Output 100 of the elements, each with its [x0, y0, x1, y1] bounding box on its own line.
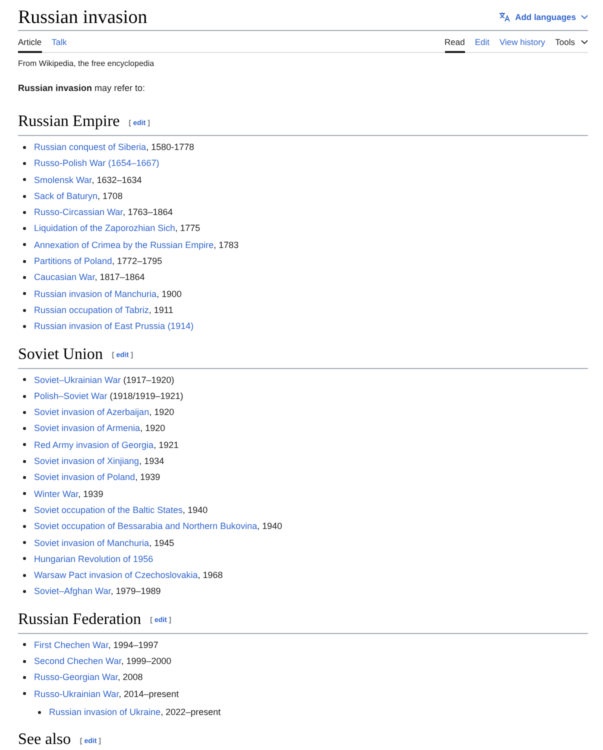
list-item-text: Polish–Soviet War (1918/1919–1921)	[34, 390, 184, 403]
bullet-icon	[23, 178, 26, 182]
list-item-text: Soviet invasion of Poland, 1939	[34, 471, 160, 484]
article-link[interactable]: Soviet invasion of Manchuria	[34, 538, 150, 548]
bullet-icon	[23, 676, 26, 679]
page-tab[interactable]: Read	[444, 31, 465, 53]
bullet-icon	[23, 260, 26, 263]
list-item-text: Annexation of Crimea by the Russian Empire, 1783	[34, 238, 239, 252]
intro-text: Russian invasion may refer to:	[18, 82, 146, 95]
article-link[interactable]: Russian invasion of Ukraine	[49, 706, 161, 717]
bullet-icon	[23, 476, 26, 479]
list-item-text: Partitions of Poland, 1772–1795	[34, 255, 162, 268]
bullet-icon	[23, 524, 26, 528]
list-item-text: Soviet–Ukrainian War (1917–1920)	[34, 374, 174, 387]
bullet-icon	[23, 276, 26, 280]
article-link[interactable]: Soviet occupation of the Baltic States	[34, 504, 183, 515]
list-item-text: Russian conquest of Siberia, 1580-1778	[34, 141, 194, 154]
section-heading: See also	[18, 731, 71, 750]
list-item-text: Soviet invasion of Armenia, 1920	[34, 422, 166, 436]
list-item-text: Soviet invasion of Xinjiang, 1934	[34, 455, 164, 468]
bullet-icon	[23, 210, 26, 214]
bullet-icon	[23, 557, 26, 560]
bullet-icon	[23, 378, 26, 382]
list-item-text: First Chechen War, 1994–1997	[34, 638, 158, 652]
article-link[interactable]: Soviet invasion of Armenia	[34, 423, 140, 434]
article-link[interactable]: Liquidation of the Zaporozhian Sich	[34, 223, 176, 234]
list-item-text: Russian invasion of Ukraine, 2022–present	[49, 706, 221, 719]
article-link[interactable]: Polish–Soviet War	[34, 390, 108, 401]
article-link[interactable]: Russian conquest of Siberia	[34, 142, 146, 152]
page-title: Russian invasion	[18, 6, 148, 30]
section-heading: Soviet Union	[18, 346, 103, 364]
article-link[interactable]: Soviet occupation of Bessarabia and Northern Bukovina	[34, 521, 258, 532]
bullet-icon	[23, 460, 26, 463]
list-item-text: Russo-Georgian War, 2008	[34, 671, 143, 684]
article-link[interactable]: Winter War	[34, 488, 78, 499]
article-link[interactable]: Hungarian Revolution of 1956	[34, 550, 154, 568]
list-item-text: Russo-Ukrainian War, 2014–present	[34, 688, 179, 701]
list-item-text: Sack of Baturyn, 1708	[34, 190, 123, 203]
list-item-text: Liquidation of the Zaporozhian Sich, 1775	[34, 222, 200, 236]
bullet-icon	[23, 692, 26, 696]
list-item-text: Soviet occupation of Bessarabia and Northern Bukovina, 1940	[34, 520, 282, 534]
section-heading: Russian Federation	[18, 610, 142, 629]
page-tab[interactable]: View history	[499, 31, 546, 53]
article-link[interactable]: Russian occupation of Tabriz	[34, 304, 149, 315]
chevron-down-icon	[581, 14, 588, 18]
article-link[interactable]: Soviet invasion of Azerbaijan	[34, 407, 150, 418]
article-link[interactable]: First Chechen War	[34, 640, 108, 650]
article-link[interactable]: Caucasian War	[34, 272, 95, 282]
article-link[interactable]: Russo-Circassian War	[34, 207, 123, 218]
list-item-text: Russo-Circassian War, 1763–1864	[34, 206, 173, 220]
list-item-text: Soviet occupation of the Baltic States, 1940	[34, 504, 208, 517]
bullet-icon	[23, 227, 26, 230]
bullet-icon	[23, 324, 26, 328]
article-link[interactable]: Russian invasion of Manchuria	[34, 288, 157, 299]
bullet-icon	[23, 410, 26, 414]
article-link[interactable]: Soviet–Ukrainian War	[34, 374, 121, 385]
bullet-icon	[23, 427, 26, 430]
bullet-icon	[23, 574, 26, 577]
article-link[interactable]: Annexation of Crimea by the Russian Empire	[34, 240, 214, 250]
list-item-text: Smolensk War, 1632–1634	[34, 174, 142, 187]
list-item-text: Warsaw Pact invasion of Czechoslovakia, 1968	[34, 569, 223, 582]
bullet-icon	[23, 162, 26, 165]
article-link[interactable]: Soviet invasion of Xinjiang	[34, 456, 140, 466]
list-item-text: Russian occupation of Tabriz, 1911	[34, 304, 174, 317]
article-link[interactable]: Partitions of Poland	[34, 256, 112, 266]
tools-menu[interactable]: Tools	[555, 31, 588, 53]
bullet-icon	[23, 541, 26, 544]
bullet-icon	[23, 394, 26, 398]
list-item-text: Winter War, 1939	[34, 488, 104, 501]
add-languages-button[interactable]: Add languages	[499, 12, 588, 22]
article-link[interactable]: Smolensk War	[34, 174, 92, 185]
article-link[interactable]: Soviet–Afghan War	[34, 586, 111, 596]
article-link[interactable]: Red Army invasion of Georgia	[34, 440, 154, 450]
article-link[interactable]: Russo-Georgian War	[34, 672, 118, 682]
page-tab[interactable]: Talk	[52, 31, 67, 53]
bullet-icon	[23, 492, 26, 496]
list-item-text: Second Chechen War, 1999–2000	[34, 655, 172, 668]
article-link[interactable]: Russo-Ukrainian War	[34, 688, 119, 699]
bullet-icon	[23, 443, 26, 446]
bullet-icon	[23, 292, 26, 296]
page-tab[interactable]: Edit	[474, 31, 490, 53]
list-item-text: Red Army invasion of Georgia, 1921	[34, 438, 179, 452]
article-link[interactable]: Sack of Baturyn	[34, 190, 98, 201]
bullet-icon	[23, 243, 26, 246]
article-link[interactable]: Second Chechen War	[34, 656, 122, 666]
page-tab[interactable]: Article	[18, 31, 42, 53]
bullet-icon	[23, 508, 26, 512]
article-link[interactable]: Russo-Polish War (1654–1667)	[34, 155, 160, 172]
article-link[interactable]: Soviet invasion of Poland	[34, 472, 136, 482]
list-item-text: Soviet invasion of Azerbaijan, 1920	[34, 406, 174, 420]
bullet-icon	[23, 308, 26, 312]
article-link[interactable]: Warsaw Pact invasion of Czechoslovakia	[34, 570, 198, 580]
bullet-icon	[38, 710, 41, 714]
section-heading: Russian Empire	[18, 113, 120, 131]
bullet-icon	[23, 660, 26, 663]
article-link[interactable]: Russian invasion of East Prussia (1914)	[34, 318, 194, 335]
bullet-icon	[23, 643, 26, 646]
translate-icon	[499, 12, 510, 22]
bullet-icon	[23, 146, 26, 149]
bullet-icon	[23, 590, 26, 594]
